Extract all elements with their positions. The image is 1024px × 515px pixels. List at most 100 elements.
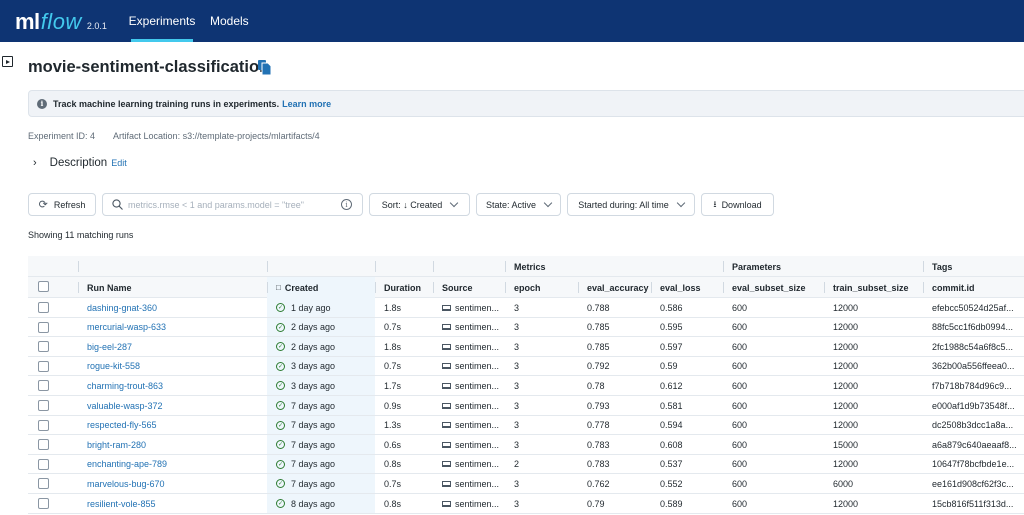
source-cell-text: sentimen... [455,341,500,352]
tab-experiments[interactable]: Experiments [129,0,195,42]
col-train-subset-size[interactable]: train_subset_size [824,277,909,298]
row-checkbox[interactable] [38,419,49,431]
eval-subset-size-cell: 600 [732,357,747,376]
source-cell-text: sentimen... [455,459,500,470]
col-eval-loss[interactable]: eval_loss [651,277,701,298]
description-section[interactable]: › Description Edit [33,157,127,169]
run-name-link[interactable]: big-eel-287 [87,337,132,356]
row-checkbox[interactable] [38,360,49,372]
run-name-link[interactable]: charming-trout-863 [87,376,163,395]
source-cell[interactable]: sentimen... [442,474,499,493]
eval-accuracy-cell: 0.762 [587,474,610,493]
run-name-link[interactable]: mercurial-wasp-633 [87,318,166,337]
row-checkbox[interactable] [38,341,49,353]
row-checkbox[interactable] [38,380,49,392]
chevron-right-icon[interactable]: › [33,157,37,169]
copy-icon[interactable] [258,60,271,75]
row-checkbox[interactable] [38,458,49,470]
sort-dropdown[interactable]: Sort: ↓ Created [369,193,470,216]
search-box[interactable]: i [102,193,363,216]
mlflow-logo[interactable]: ml flow 2.0.1 [15,9,107,35]
table-row[interactable]: marvelous-bug-670 ✓ 7 days ago 0.7s sentimen… [28,474,1024,494]
commit-id-cell-text: f7b718b784d96c9... [932,380,1012,391]
row-checkbox[interactable] [38,439,49,451]
duration-cell-text: 0.8s [384,459,402,470]
source-cell[interactable]: sentimen... [442,494,499,513]
source-cell-text: sentimen... [455,302,500,313]
source-cell[interactable]: sentimen... [442,376,499,395]
run-name-link[interactable]: rogue-kit-558 [87,357,140,376]
run-name-link[interactable]: resilient-vole-855 [87,494,156,513]
eval-loss-cell: 0.595 [660,318,683,337]
row-checkbox[interactable] [38,478,49,490]
run-name-link[interactable]: marvelous-bug-670 [87,474,165,493]
eval-accuracy-cell-text: 0.778 [587,420,610,431]
table-row[interactable]: rogue-kit-558 ✓ 3 days ago 0.7s sentimen... 3… [28,357,1024,377]
run-name-link[interactable]: bright-ram-280 [87,435,146,454]
col-commit-id[interactable]: commit.id [923,277,975,298]
laptop-icon [442,402,451,409]
table-row[interactable]: mercurial-wasp-633 ✓ 2 days ago 0.7s sentime… [28,318,1024,338]
source-cell[interactable]: sentimen... [442,435,499,454]
table-row[interactable]: enchanting-ape-789 ✓ 7 days ago 0.8s sentime… [28,455,1024,475]
source-cell[interactable]: sentimen... [442,318,499,337]
commit-id-cell-text: 2fc1988c54a6f8c5... [932,341,1014,352]
table-row[interactable]: big-eel-287 ✓ 2 days ago 1.8s sentimen... 3 0.… [28,337,1024,357]
run-name-link[interactable]: enchanting-ape-789 [87,455,167,474]
col-created[interactable]: □ Created [267,277,375,298]
eval-accuracy-cell: 0.788 [587,298,610,317]
table-row[interactable]: charming-trout-863 ✓ 3 days ago 1.7s sentime… [28,376,1024,396]
col-epoch[interactable]: epoch [505,277,541,298]
eval-subset-size-cell-text: 600 [732,420,748,431]
created-cell-text: 7 days ago [291,439,336,450]
source-cell[interactable]: sentimen... [442,396,499,415]
run-name-link[interactable]: respected-fly-565 [87,416,157,435]
col-eval-subset-size[interactable]: eval_subset_size [723,277,806,298]
download-button[interactable]: ⭳ Download [701,193,774,216]
epoch-cell: 2 [514,455,519,474]
source-cell[interactable]: sentimen... [442,416,499,435]
table-row[interactable]: resilient-vole-855 ✓ 8 days ago 0.8s sentime… [28,494,1024,514]
refresh-button[interactable]: ⟳ Refresh [28,193,96,216]
description-edit-link[interactable]: Edit [111,158,127,168]
search-input[interactable] [128,199,338,210]
source-cell-text: sentimen... [455,380,500,391]
run-name-link[interactable]: dashing-gnat-360 [87,298,157,317]
row-checkbox[interactable] [38,400,49,411]
search-help-icon[interactable]: i [341,199,352,210]
table-row[interactable]: valuable-wasp-372 ✓ 7 days ago 0.9s sentimen… [28,396,1024,416]
status-finished-icon: ✓ [276,342,285,352]
commit-id-cell: f7b718b784d96c9... [932,376,1012,395]
table-row[interactable]: respected-fly-565 ✓ 7 days ago 1.3s sentimen… [28,416,1024,436]
col-run-name[interactable]: Run Name [78,277,132,298]
col-eval-accuracy[interactable]: eval_accuracy [578,277,649,298]
table-row[interactable]: bright-ram-280 ✓ 7 days ago 0.6s sentimen...… [28,435,1024,455]
train-subset-size-cell-text: 12000 [833,361,859,372]
eval-accuracy-cell-text: 0.78 [587,380,605,391]
epoch-cell: 3 [514,494,519,513]
started-during-label: Started during: All time [578,199,669,210]
commit-id-cell: dc2508b3dcc1a8a... [932,416,1013,435]
eval-subset-size-cell: 600 [732,396,747,415]
learn-more-link[interactable]: Learn more [282,99,331,109]
source-cell[interactable]: sentimen... [442,357,499,376]
state-dropdown[interactable]: State: Active [476,193,561,216]
col-duration[interactable]: Duration [375,277,421,298]
status-finished-icon: ✓ [276,459,285,469]
select-all-checkbox[interactable] [38,281,49,292]
status-finished-icon: ✓ [276,303,285,312]
col-source[interactable]: Source [433,277,473,298]
source-cell[interactable]: sentimen... [442,455,499,474]
row-checkbox[interactable] [38,302,49,313]
source-cell[interactable]: sentimen... [442,298,499,317]
run-name-link[interactable]: valuable-wasp-372 [87,396,163,415]
started-during-dropdown[interactable]: Started during: All time [567,193,695,216]
table-row[interactable]: dashing-gnat-360 ✓ 1 day ago 1.8s sentimen..… [28,298,1024,318]
commit-id-cell-text: 10647f78bcfbde1e... [932,459,1015,470]
source-cell[interactable]: sentimen... [442,337,499,356]
duration-cell: 0.7s [384,318,401,337]
row-checkbox[interactable] [38,498,49,509]
sidebar-toggle-icon[interactable] [2,56,13,67]
row-checkbox[interactable] [38,321,49,333]
tab-models[interactable]: Models [210,0,249,42]
